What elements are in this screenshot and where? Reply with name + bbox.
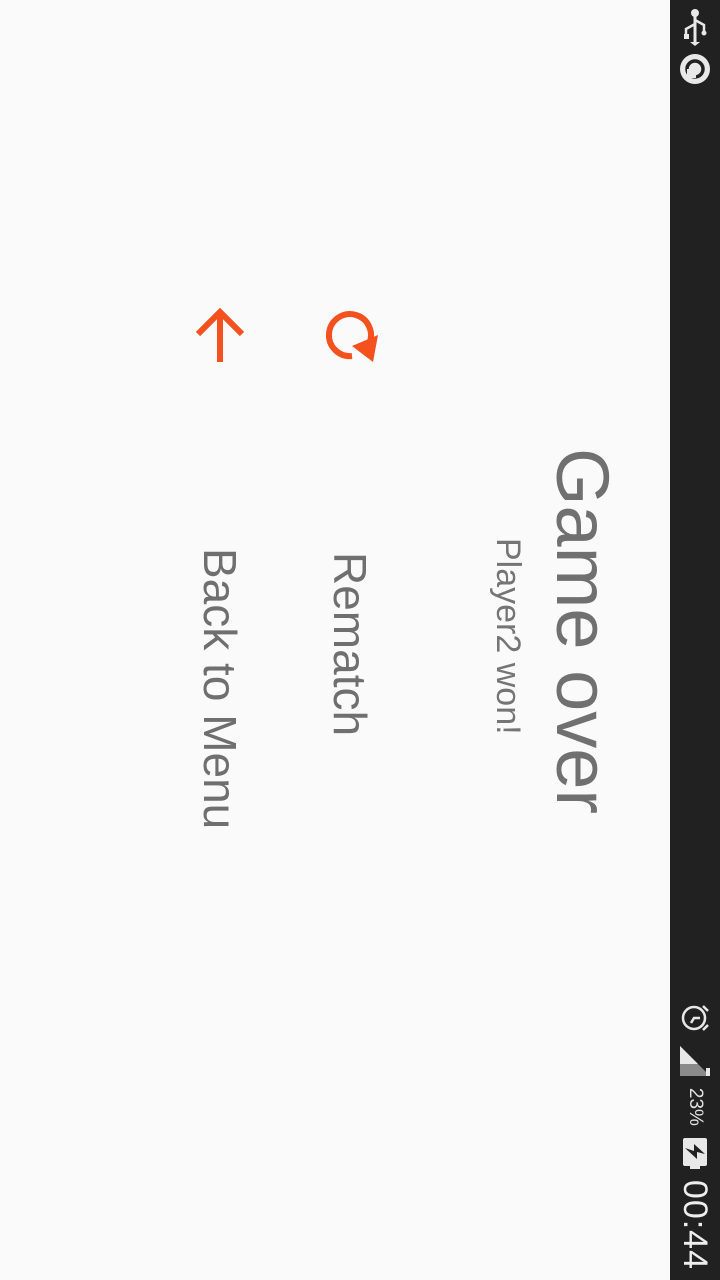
winner-text: Player2 won! xyxy=(489,538,527,735)
alarm-icon xyxy=(679,1002,711,1034)
rematch-button[interactable]: Rematch xyxy=(315,300,385,736)
clock: 00:44 xyxy=(676,1179,715,1270)
rematch-label: Rematch xyxy=(324,552,376,737)
usb-icon xyxy=(680,8,710,46)
arrow-back-icon xyxy=(185,300,255,372)
back-to-menu-button[interactable]: Back to Menu xyxy=(185,300,255,829)
game-over-panel: Game over Player2 won! Rematch Back to M… xyxy=(0,0,670,1280)
back-to-menu-label: Back to Menu xyxy=(194,548,246,830)
sync-icon xyxy=(678,52,712,86)
screen: 23% 00:44 Game over Player2 won! Rematch xyxy=(0,0,720,1280)
replay-icon xyxy=(315,300,385,372)
battery-charging-icon xyxy=(682,1136,708,1170)
status-bar-left xyxy=(670,8,720,86)
battery-percent: 23% xyxy=(685,1087,706,1126)
status-bar-right: 23% 00:44 xyxy=(670,1002,720,1270)
signal-icon xyxy=(678,1044,712,1078)
status-bar: 23% 00:44 xyxy=(670,0,720,1280)
game-over-title: Game over xyxy=(541,448,624,815)
